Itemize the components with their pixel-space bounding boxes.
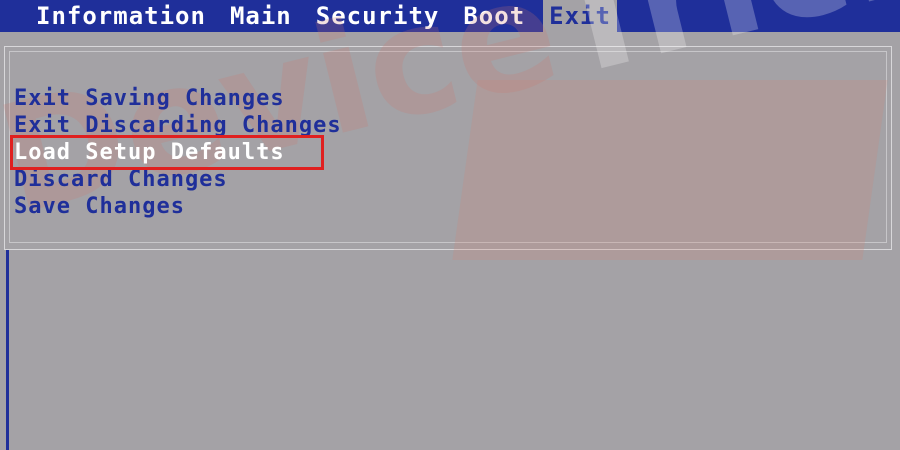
tab-exit[interactable]: Exit (543, 0, 617, 32)
menu-item-save-changes[interactable]: Save Changes (14, 193, 342, 220)
menu-item-load-setup-defaults[interactable]: Load Setup Defaults (10, 135, 324, 170)
tab-security[interactable]: Security (310, 0, 446, 32)
menu-item-discard-changes[interactable]: Discard Changes (14, 166, 342, 193)
tab-boot[interactable]: Boot (457, 0, 531, 32)
watermark-backdrop (452, 80, 888, 260)
tab-information[interactable]: Information (30, 0, 212, 32)
left-border-line (6, 250, 9, 450)
menu-item-exit-discarding-changes[interactable]: Exit Discarding Changes (14, 112, 342, 139)
exit-menu-list: Exit Saving Changes Exit Discarding Chan… (10, 85, 342, 220)
bios-menu-bar: Information Main Security Boot Exit (0, 0, 900, 32)
menu-item-exit-saving-changes[interactable]: Exit Saving Changes (14, 85, 342, 112)
tab-main[interactable]: Main (224, 0, 298, 32)
